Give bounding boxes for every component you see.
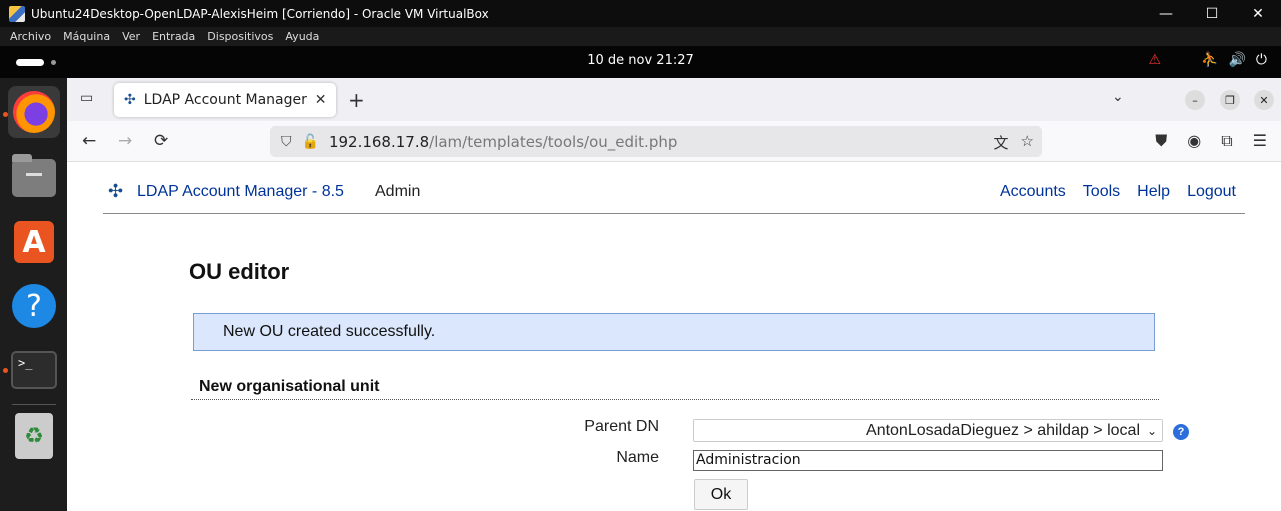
chevron-down-icon: ⌄: [1146, 424, 1157, 438]
menu-archivo[interactable]: Archivo: [10, 30, 51, 43]
app-center-icon: A: [14, 221, 54, 263]
browser-restore-button[interactable]: ❐: [1220, 90, 1240, 110]
virtualbox-icon: [9, 5, 25, 22]
lam-brand-link[interactable]: LDAP Account Manager - 8.5: [137, 183, 344, 201]
terminal-launcher[interactable]: >_: [8, 344, 60, 396]
parent-dn-label: Parent DN: [584, 418, 659, 435]
dock: A ? >_ ♻: [0, 78, 67, 511]
translate-icon[interactable]: 文: [994, 132, 1009, 153]
url-bar[interactable]: ⛉ 🔓 192.168.17.8/lam/templates/tools/ou_…: [270, 126, 1042, 157]
list-tabs-chevron-icon[interactable]: ⌄: [1112, 89, 1124, 105]
browser-tab-bar: ▭ ✣ LDAP Account Manager (l ✕ + ⌄ – ❐ ✕: [67, 78, 1281, 121]
ok-button[interactable]: Ok: [694, 479, 748, 510]
back-icon[interactable]: ←: [82, 131, 96, 151]
window-title: Ubuntu24Desktop-OpenLDAP-AlexisHeim [Cor…: [31, 6, 489, 21]
menu-maquina[interactable]: Máquina: [63, 30, 110, 43]
trash-icon: ♻: [15, 413, 53, 459]
firefox-launcher[interactable]: [8, 86, 60, 138]
url-actions: 文 ☆: [994, 132, 1034, 153]
account-icon[interactable]: ◉: [1187, 131, 1201, 151]
volume-icon[interactable]: 🔊: [1228, 52, 1245, 68]
current-user: Admin: [375, 183, 421, 200]
firefox-view-icon[interactable]: ▭: [80, 90, 98, 108]
firefox-icon: [13, 91, 55, 133]
page-title: OU editor: [189, 259, 290, 284]
browser-nav-bar: ← → ⟳ ⛉ 🔓 192.168.17.8/lam/templates/too…: [67, 121, 1281, 162]
success-message: New OU created successfully.: [193, 313, 1155, 351]
success-message-text: New OU created successfully.: [223, 323, 436, 340]
lam-logo-icon[interactable]: ✣: [108, 181, 123, 202]
system-tray[interactable]: ⚠ ⛹ 🔊 ⏻: [1148, 52, 1267, 68]
trash-launcher[interactable]: ♻: [8, 410, 60, 462]
tab-close-icon[interactable]: ✕: [315, 92, 327, 108]
tab-lam[interactable]: ✣ LDAP Account Manager (l ✕: [114, 83, 336, 117]
virtualbox-menubar: Archivo Máquina Ver Entrada Dispositivos…: [0, 27, 1281, 46]
dock-separator: [12, 404, 56, 405]
name-label: Name: [616, 449, 659, 466]
app-center-launcher[interactable]: A: [8, 216, 60, 268]
clock[interactable]: 10 de nov 21:27: [0, 53, 1281, 68]
accessibility-icon[interactable]: ⛹: [1201, 52, 1218, 68]
menu-ayuda[interactable]: Ayuda: [285, 30, 319, 43]
parent-dn-select[interactable]: AntonLosadaDieguez > ahildap > local ⌄: [693, 419, 1163, 442]
browser-minimize-button[interactable]: –: [1185, 90, 1205, 110]
parent-dn-value: AntonLosadaDieguez > ahildap > local: [866, 422, 1140, 439]
help-icon: ?: [12, 284, 56, 328]
new-tab-button[interactable]: +: [348, 88, 365, 112]
toolbar-actions: ⛊ ◉ ⧉ ☰: [1155, 131, 1267, 151]
close-button[interactable]: ✕: [1235, 0, 1281, 27]
power-icon[interactable]: ⏻: [1256, 52, 1267, 68]
menu-dispositivos[interactable]: Dispositivos: [207, 30, 273, 43]
insecure-lock-icon[interactable]: 🔓: [302, 134, 319, 150]
section-title: New organisational unit: [199, 378, 380, 395]
menu-help[interactable]: Help: [1137, 183, 1170, 201]
terminal-icon: >_: [11, 351, 57, 389]
browser-close-button[interactable]: ✕: [1254, 90, 1274, 110]
gnome-top-bar: 10 de nov 21:27 ⚠ ⛹ 🔊 ⏻: [0, 46, 1281, 78]
maximize-button[interactable]: ☐: [1189, 0, 1235, 27]
page-content: ✣ LDAP Account Manager - 8.5 Admin Accou…: [67, 162, 1281, 511]
help-launcher[interactable]: ?: [8, 280, 60, 332]
files-launcher[interactable]: [8, 152, 60, 204]
minimize-button[interactable]: —: [1143, 0, 1189, 27]
menu-tools[interactable]: Tools: [1083, 183, 1120, 201]
menu-entrada[interactable]: Entrada: [152, 30, 195, 43]
virtualbox-titlebar: Ubuntu24Desktop-OpenLDAP-AlexisHeim [Cor…: [0, 0, 1281, 27]
url-host: 192.168.17.8: [328, 132, 430, 151]
tab-title: LDAP Account Manager (l: [143, 92, 309, 108]
window-controls: — ☐ ✕: [1143, 0, 1281, 27]
pocket-icon[interactable]: ⛊: [1155, 131, 1167, 151]
name-input[interactable]: Administracion: [693, 450, 1163, 471]
help-icon[interactable]: ?: [1173, 424, 1189, 440]
extensions-icon[interactable]: ⧉: [1221, 131, 1232, 151]
reload-icon[interactable]: ⟳: [154, 131, 168, 151]
shield-icon[interactable]: ⛉: [281, 134, 292, 150]
lam-favicon-icon: ✣: [124, 92, 136, 108]
forward-icon[interactable]: →: [118, 131, 132, 151]
menu-icon[interactable]: ☰: [1253, 131, 1267, 151]
bookmark-star-icon[interactable]: ☆: [1021, 132, 1034, 153]
warning-icon[interactable]: ⚠: [1148, 52, 1161, 68]
section-divider: [191, 399, 1159, 400]
menu-ver[interactable]: Ver: [122, 30, 140, 43]
menu-logout[interactable]: Logout: [1187, 183, 1236, 201]
lam-header: ✣ LDAP Account Manager - 8.5 Admin Accou…: [103, 162, 1245, 214]
lam-main-menu: Accounts Tools Help Logout: [1000, 183, 1236, 201]
url-path: /lam/templates/tools/ou_edit.php: [429, 132, 678, 151]
folder-icon: [12, 154, 56, 197]
menu-accounts[interactable]: Accounts: [1000, 183, 1066, 201]
